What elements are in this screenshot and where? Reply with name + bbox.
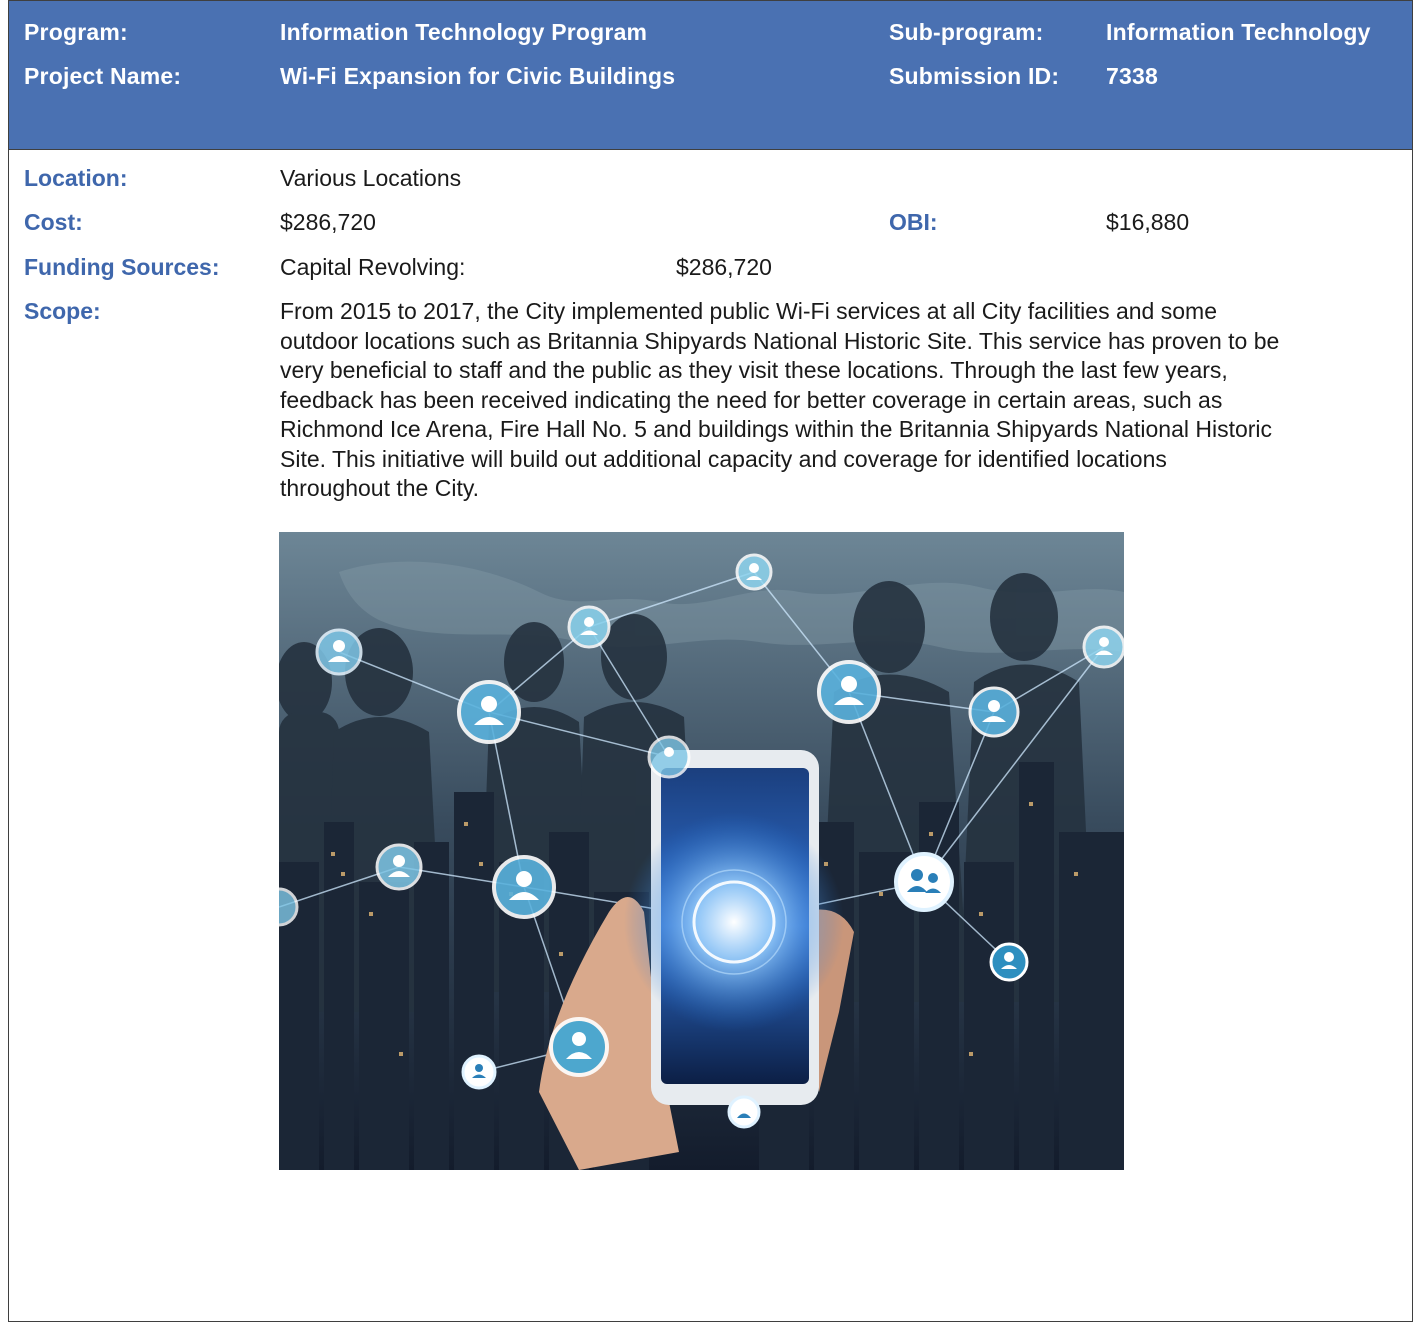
project-name-value: Wi-Fi Expansion for Civic Buildings — [280, 63, 676, 89]
funding-source-amount: $286,720 — [676, 254, 772, 280]
location-label: Location: — [24, 165, 128, 191]
scope-description: From 2015 to 2017, the City implemented … — [280, 298, 1280, 501]
funding-sources-label: Funding Sources: — [24, 254, 220, 280]
submission-id-value: 7338 — [1106, 63, 1158, 89]
wifi-network-illustration — [279, 532, 1124, 1170]
network-node — [315, 628, 363, 676]
cost-label: Cost: — [24, 209, 83, 235]
program-label: Program: — [24, 19, 128, 45]
cost-value: $286,720 — [280, 209, 376, 235]
subprogram-label: Sub-program: — [889, 19, 1044, 45]
submission-id-label: Submission ID: — [889, 63, 1060, 89]
funding-source-name: Capital Revolving: — [280, 254, 466, 280]
scope-label: Scope: — [24, 298, 101, 324]
project-sheet: Program: Information Technology Program … — [8, 0, 1413, 1322]
obi-label: OBI: — [889, 209, 938, 235]
program-value: Information Technology Program — [280, 19, 648, 45]
project-name-label: Project Name: — [24, 63, 182, 89]
header-band: Program: Information Technology Program … — [9, 1, 1412, 150]
location-value: Various Locations — [280, 165, 462, 191]
network-photo-graphic — [279, 532, 1124, 1170]
subprogram-value: Information Technology — [1106, 19, 1371, 45]
obi-value: $16,880 — [1106, 209, 1190, 235]
